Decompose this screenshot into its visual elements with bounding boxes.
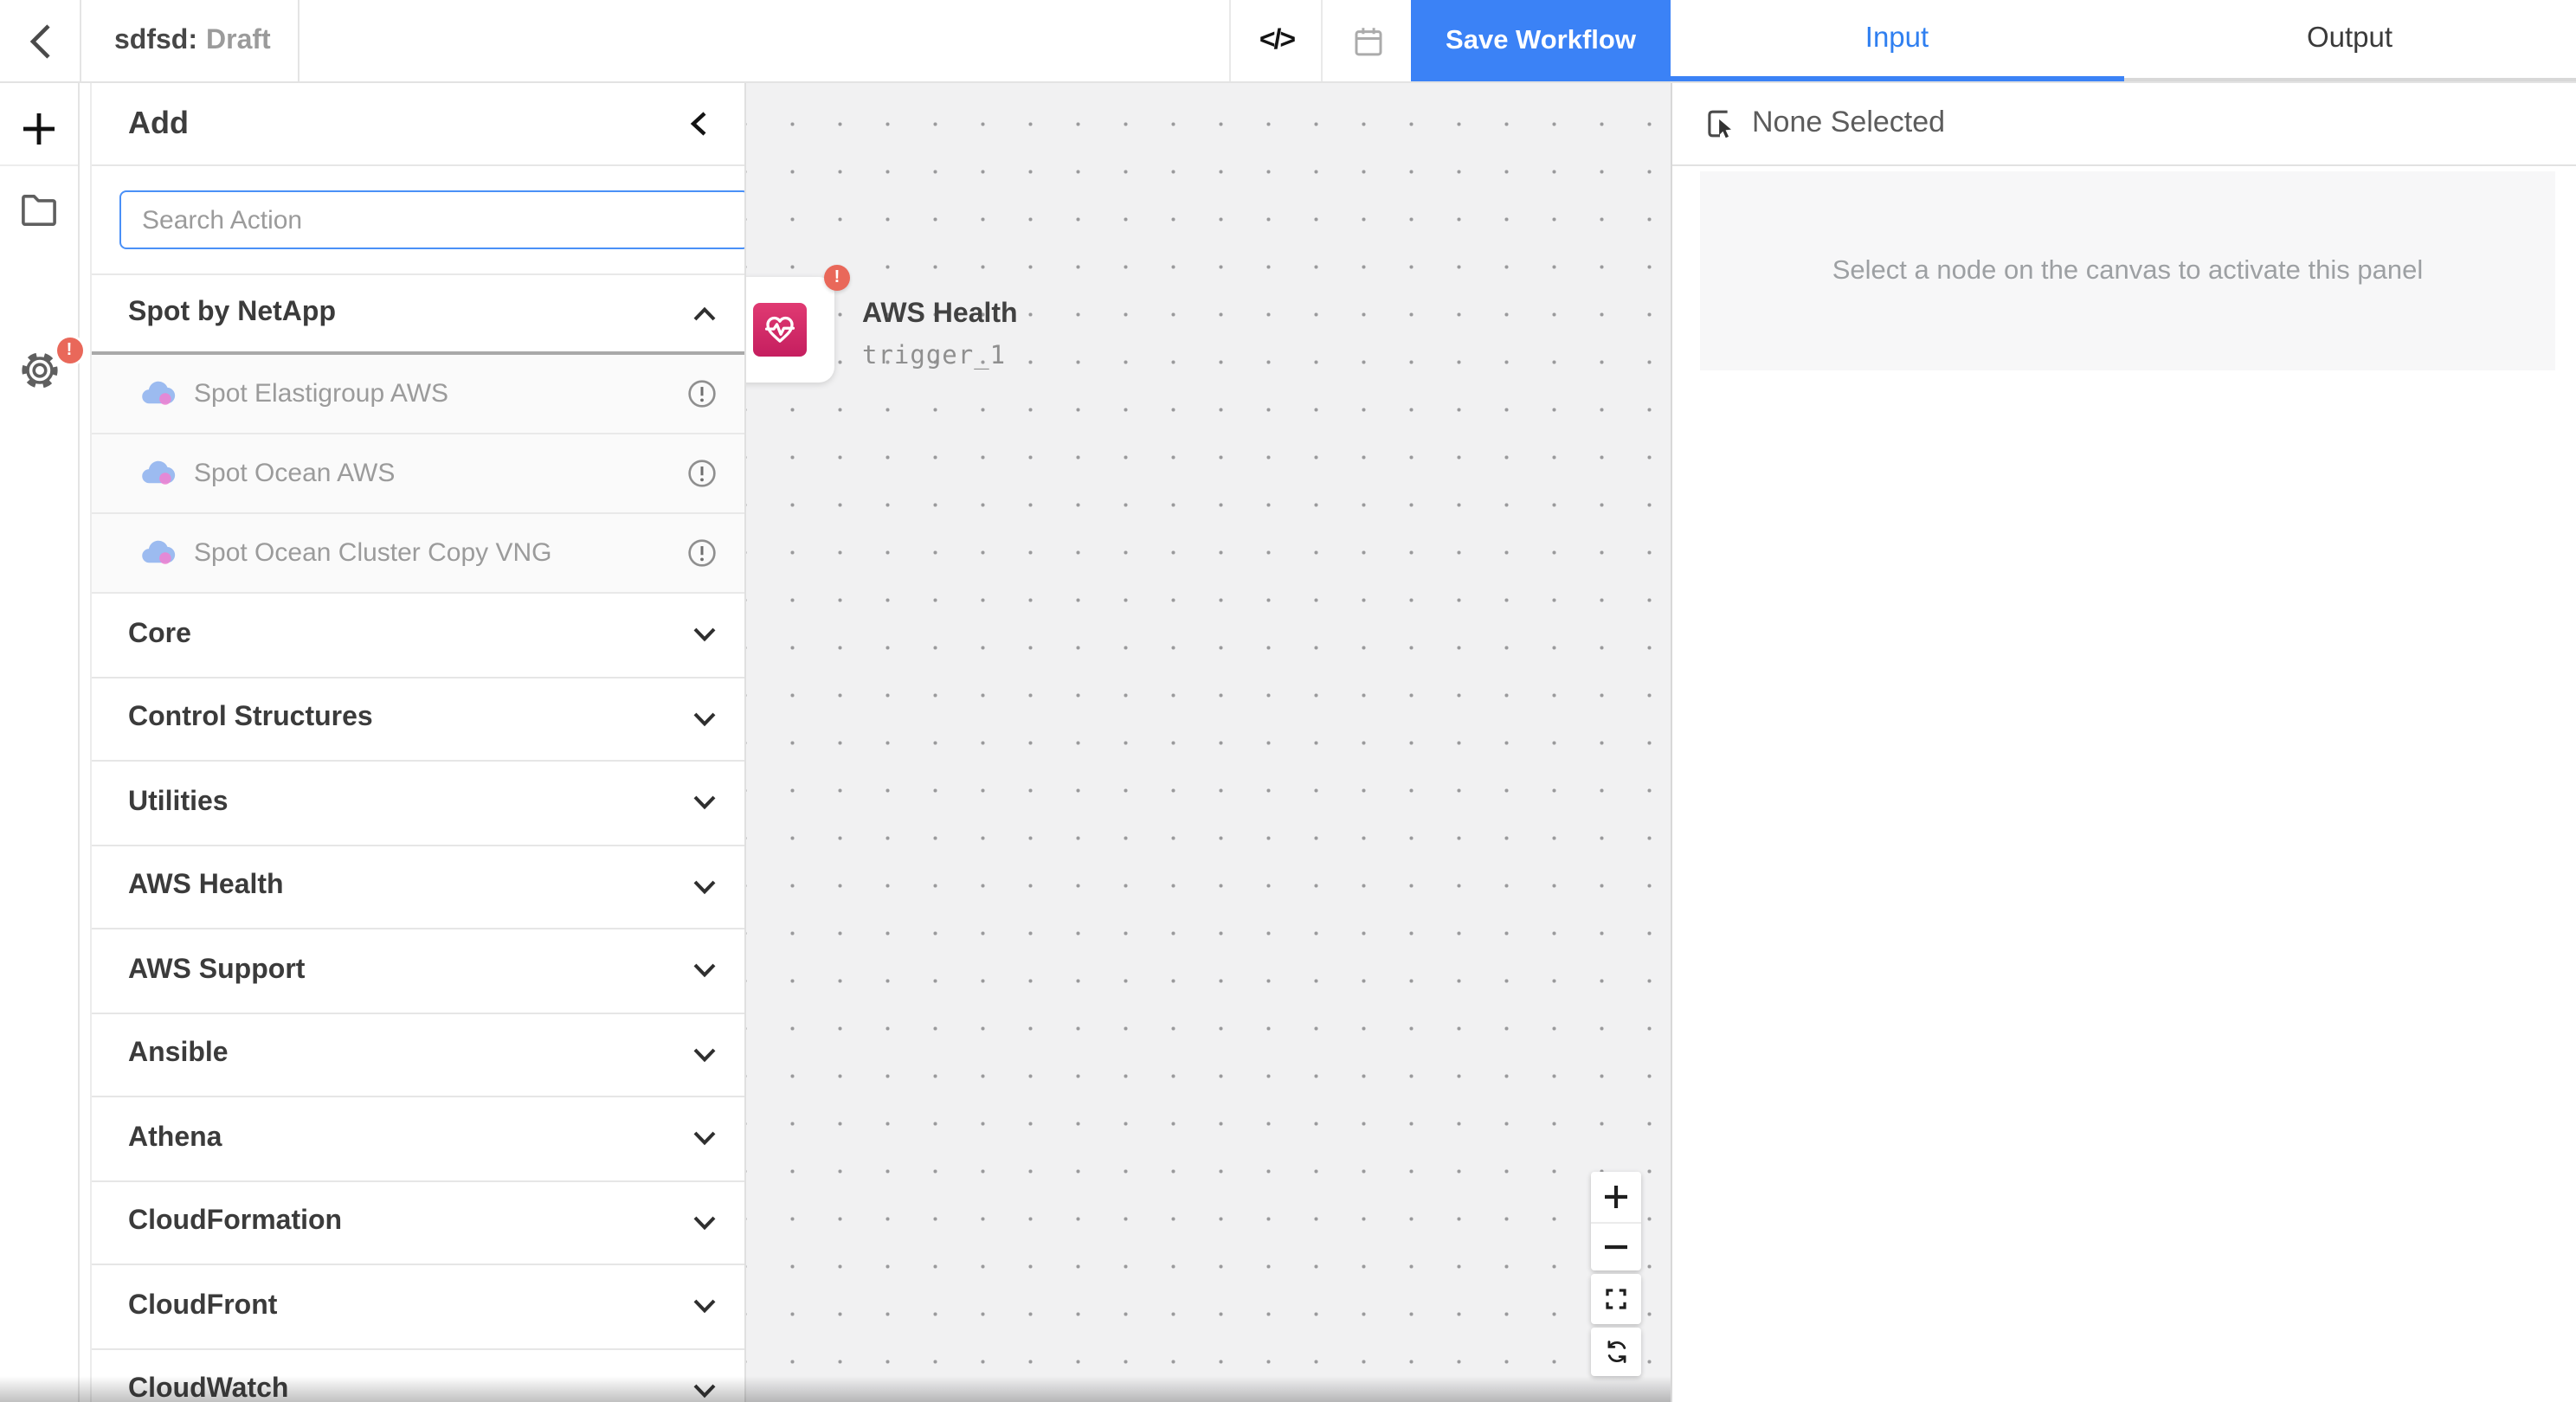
accordion-section-header[interactable]: AWS Health [92,846,744,929]
chevron-down-icon [692,1215,717,1231]
zoom-in-icon [1603,1184,1629,1210]
canvas-controls [1591,1172,1641,1379]
info-alert-icon[interactable] [687,459,717,488]
accordion-section-header[interactable]: Control Structures [92,678,744,762]
workflow-canvas[interactable]: ! AWS Health trigger_1 [746,81,1671,1402]
accordion-section-label: Ansible [128,1039,229,1071]
select-cursor-icon [1703,106,1736,139]
accordion-section-header[interactable]: Spot by NetApp [92,275,744,355]
tab-input[interactable]: Input [1671,0,2123,81]
accordion-section-label: CloudWatch [128,1375,288,1402]
add-panel-title: Add [128,105,189,141]
workflow-status: Draft [206,25,271,56]
accordion-section-header[interactable]: AWS Support [92,929,744,1013]
node-id[interactable]: trigger_1 [862,343,1018,370]
accordion-section-header[interactable]: Athena [92,1097,744,1181]
chevron-down-icon [692,1383,717,1399]
info-alert-icon[interactable] [687,538,717,568]
gear-icon [16,348,61,393]
action-list-item[interactable]: Spot Ocean Cluster Copy VNG [92,514,744,594]
zoom-in-button[interactable] [1591,1172,1641,1221]
folder-icon [19,192,59,227]
inspector-header: None Selected [1672,81,2576,166]
search-input[interactable] [119,190,746,249]
accordion-section-label: Control Structures [128,704,373,735]
accordion-section-header[interactable]: Utilities [92,762,744,846]
accordion-section-label: Utilities [128,788,229,819]
node-card[interactable] [746,277,834,383]
chevron-down-icon [692,879,717,895]
accordion-section-label: Core [128,620,191,651]
accordion-section-header[interactable]: Core [92,594,744,678]
action-list-item[interactable]: Spot Elastigroup AWS [92,355,744,434]
tab-output[interactable]: Output [2123,0,2576,81]
accordion-section-header[interactable]: CloudFront [92,1265,744,1349]
accordion-section-header[interactable]: Ansible [92,1013,744,1097]
schedule-button[interactable] [1321,0,1413,81]
fit-view-icon [1603,1286,1629,1312]
chevron-down-icon [692,627,717,643]
chevron-down-icon [692,1131,717,1147]
node-title: AWS Health [862,299,1018,331]
action-accordion: Spot by NetApp Spot Elastigroup AWS Spot… [92,275,744,1402]
settings-button[interactable]: ! [0,341,78,400]
action-item-label: Spot Ocean Cluster Copy VNG [194,538,687,568]
accordion-section-label: AWS Health [128,871,284,903]
back-button[interactable] [0,0,81,81]
workflow-title: sdfsd: Draft [81,0,299,81]
add-panel-header: Add [92,81,744,166]
calendar-icon [1349,22,1386,60]
accordion-section-label: CloudFront [128,1291,277,1322]
chevron-down-icon [692,963,717,979]
accordion-section-label: AWS Support [128,955,305,987]
topbar: sdfsd: Draft </> Save Workflow Input Out… [0,0,2576,83]
chevron-down-icon [692,711,717,727]
chevron-down-icon [692,795,717,811]
reset-view-icon [1602,1338,1630,1366]
heart-pulse-icon [753,303,807,357]
action-item-label: Spot Elastigroup AWS [194,379,687,408]
cloud-provider-icon [140,381,177,407]
left-rail: ! [0,81,80,1402]
save-workflow-button[interactable]: Save Workflow [1411,0,1671,81]
info-alert-icon[interactable] [687,379,717,408]
code-view-button[interactable]: </> [1229,0,1323,81]
add-node-button[interactable] [0,99,78,158]
add-panel: Add Spot by NetApp Spot Elastigroup AWS … [90,81,746,1402]
cloud-provider-icon [140,460,177,486]
reset-view-button[interactable] [1591,1327,1641,1376]
workflow-editor: ! AWS Health trigger_1 [0,0,2576,1402]
zoom-out-icon [1603,1234,1629,1260]
chevron-left-icon [689,110,708,136]
action-list-item[interactable]: Spot Ocean AWS [92,434,744,514]
plus-icon [21,110,57,146]
cloud-provider-icon [140,540,177,566]
accordion-section-label: Spot by NetApp [128,298,336,329]
inspector-panel: None Selected Select a node on the canva… [1671,81,2576,1402]
back-icon [25,20,55,61]
code-icon: </> [1259,25,1294,56]
fit-view-button[interactable] [1591,1274,1641,1323]
accordion-section-header[interactable]: CloudWatch [92,1349,744,1402]
search-section [92,166,744,275]
zoom-out-button[interactable] [1591,1221,1641,1270]
accordion-section-header[interactable]: CloudFormation [92,1181,744,1265]
action-item-label: Spot Ocean AWS [194,459,687,488]
rail-divider [0,164,78,166]
chevron-down-icon [692,1047,717,1063]
chevron-up-icon [692,305,717,321]
settings-alert-badge: ! [56,338,82,363]
chevron-down-icon [692,1299,717,1315]
accordion-section-label: CloudFormation [128,1207,342,1238]
collapse-panel-button[interactable] [682,103,715,143]
inspector-tabs: Input Output [1671,0,2576,81]
inspector-selection-label: None Selected [1752,106,1945,140]
inspector-empty-message: Select a node on the canvas to activate … [1832,255,2423,286]
accordion-section-label: Athena [128,1123,222,1154]
workflow-name: sdfsd: [114,25,197,56]
node-error-badge: ! [824,265,850,291]
files-button[interactable] [0,180,78,239]
inspector-empty-state: Select a node on the canvas to activate … [1700,171,2555,370]
